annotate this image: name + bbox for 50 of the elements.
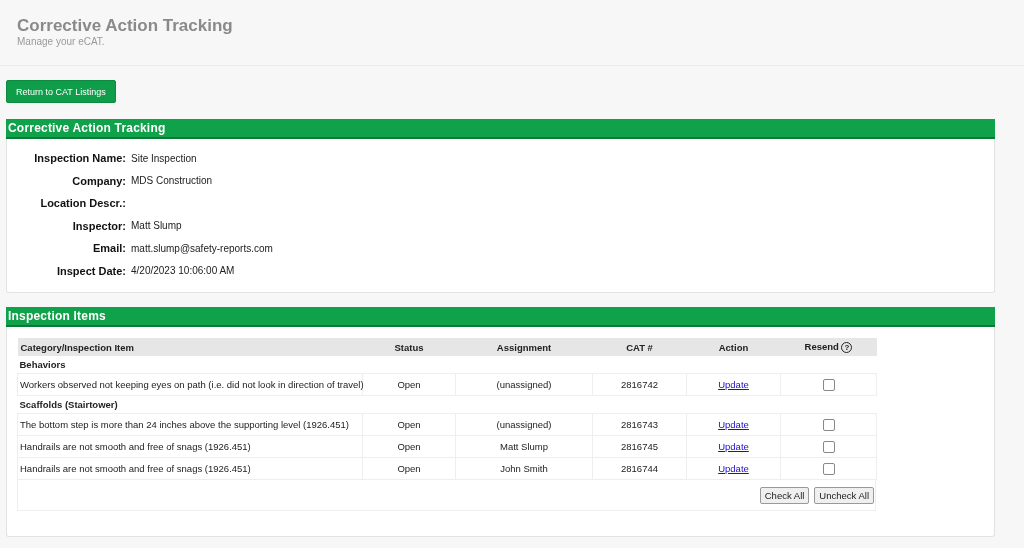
field-value: MDS Construction: [131, 175, 213, 187]
return-button[interactable]: Return to CAT Listings: [6, 80, 116, 103]
table-cell: (unassigned): [455, 413, 593, 436]
table-cell: 2816742: [592, 373, 687, 396]
resend-checkbox[interactable]: [822, 378, 835, 391]
field-value: matt.slump@safety-reports.com: [131, 242, 273, 254]
table-cell: 2816745: [592, 435, 687, 458]
table-cell: Open: [362, 373, 456, 396]
field-label: Inspection Name:: [33, 151, 126, 166]
table-cell: John Smith: [455, 457, 593, 480]
field-label: Inspector:: [71, 218, 126, 234]
update-link[interactable]: Update: [718, 379, 749, 390]
field-label: Company:: [71, 173, 126, 189]
table-button[interactable]: Check All: [759, 486, 810, 504]
field-label: Inspect Date:: [55, 263, 126, 279]
field-value: Site Inspection: [131, 152, 197, 164]
update-link[interactable]: Update: [718, 441, 749, 452]
table-cell: Open: [362, 435, 456, 458]
update-link[interactable]: Update: [718, 419, 749, 430]
section-header: Corrective Action Tracking: [6, 119, 995, 139]
update-link[interactable]: Update: [718, 463, 749, 474]
resend-checkbox[interactable]: [822, 462, 835, 475]
table-cell: Workers observed not keeping eyes on path (i.e. did not look in direction of travel): [17, 373, 363, 396]
category-heading: Scaffolds (Stairtower): [17, 395, 877, 414]
table-cell: Handrails are not smooth and free of snags (1926.451): [17, 457, 363, 480]
table-cell: Open: [362, 457, 456, 480]
column-header: Category/Inspection Item: [17, 338, 363, 356]
resend-checkbox[interactable]: [822, 440, 835, 453]
column-header: Action: [686, 338, 781, 356]
table-cell: The bottom step is more than 24 inches above the supporting level (1926.451): [17, 413, 363, 436]
table-cell: Matt Slump: [455, 435, 593, 458]
column-header: Status: [362, 338, 456, 356]
category-heading: Behaviors: [17, 356, 877, 374]
field-value: Matt Slump: [131, 220, 182, 232]
resend-checkbox[interactable]: [822, 418, 835, 431]
table-cell: (unassigned): [455, 373, 593, 396]
table-cell: 2816744: [592, 457, 687, 480]
page-subtitle: Manage your eCAT.: [17, 36, 106, 48]
page-title: Corrective Action Tracking: [17, 16, 234, 36]
section-header: Inspection Items: [6, 307, 995, 327]
field-label: Email:: [92, 241, 126, 256]
table-button[interactable]: Uncheck All: [814, 486, 874, 504]
column-header: Assignment: [455, 338, 593, 356]
field-value: 4/20/2023 10:06:00 AM: [131, 265, 235, 277]
column-header: Resend: [804, 341, 839, 352]
field-label: Location Descr.:: [39, 196, 126, 211]
column-header: CAT #: [592, 338, 687, 356]
table-cell: Open: [362, 413, 456, 436]
table-cell: 2816743: [592, 413, 687, 436]
table-cell: Handrails are not smooth and free of snags (1926.451): [17, 435, 363, 458]
